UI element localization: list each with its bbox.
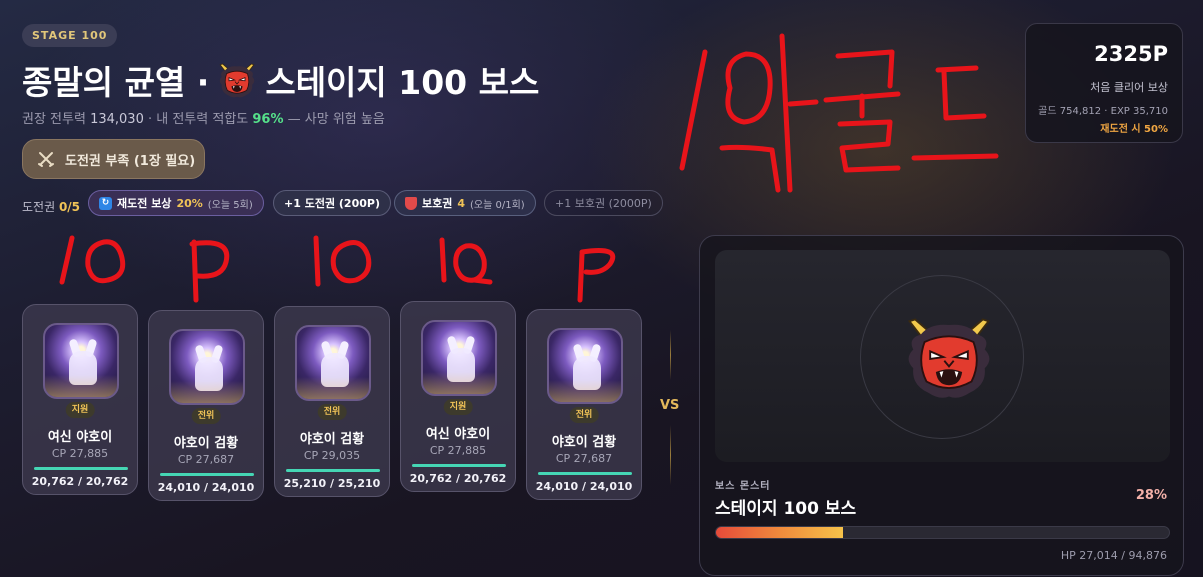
hero-hp-bar xyxy=(160,473,254,476)
retry-reward-today: (오늘 5회) xyxy=(207,199,253,211)
boss-panel: 보스 몬스터 스테이지 100 보스 28% HP 27,014 / 94,87… xyxy=(699,235,1184,576)
retry-reward-percent: 20% xyxy=(176,196,203,210)
title-prefix: 종말의 균열 · xyxy=(22,63,210,102)
party-card[interactable]: 전위 야호이 검황 CP 27,687 24,010 / 24,010 xyxy=(526,309,642,500)
buy-shield-label: +1 보호권 (2000P) xyxy=(555,197,652,210)
hero-name: 야호이 검황 xyxy=(173,436,239,451)
ticket-count: 도전권 0/5 xyxy=(22,198,80,215)
boss-hp-fill xyxy=(716,527,843,538)
stage-badge: STAGE 100 xyxy=(22,24,118,47)
hero-cp: CP 27,687 xyxy=(555,452,613,465)
hero-hp: 24,010 / 24,010 xyxy=(157,481,255,494)
shield-icon xyxy=(405,196,417,210)
hero-portrait xyxy=(547,328,623,404)
party-card[interactable]: 전위 야호이 검황 CP 27,687 24,010 / 24,010 xyxy=(148,310,264,501)
boss-portrait-frame xyxy=(715,250,1170,462)
buy-ticket-button[interactable]: +1 도전권 (200P) xyxy=(273,190,391,216)
power-info: 권장 전투력 134,030 · 내 전투력 적합도 96% — 사망 위험 높… xyxy=(22,108,385,127)
hero-cp: CP 27,687 xyxy=(177,453,235,466)
reward-panel: 2325P 처음 클리어 보상 골드 754,812 · EXP 35,710 … xyxy=(1025,23,1183,143)
hero-hp-bar xyxy=(412,464,506,467)
retry-reward-label: 재도전 보상 xyxy=(117,197,172,210)
hero-hp: 20,762 / 20,762 xyxy=(409,472,507,485)
retry-reward-chip[interactable]: ↻ 재도전 보상 20% (오늘 5회) xyxy=(88,190,264,216)
recommended-power-label: 권장 전투력 xyxy=(22,112,86,127)
ogre-icon xyxy=(902,310,996,404)
hero-name: 여신 야호이 xyxy=(425,427,491,442)
title-suffix: 스테이지 100 보스 xyxy=(265,63,540,102)
party-card[interactable]: 지원 여신 야호이 CP 27,885 20,762 / 20,762 xyxy=(400,301,516,492)
reward-points: 2325P xyxy=(1094,42,1168,66)
hero-name: 야호이 검황 xyxy=(299,432,365,447)
hero-hp-bar xyxy=(538,472,632,475)
boss-hp-text: HP 27,014 / 94,876 xyxy=(1060,549,1167,562)
ticket-count-label: 도전권 xyxy=(22,200,56,214)
shield-chip[interactable]: 보호권 4 (오늘 0/1회) xyxy=(394,190,536,216)
hero-portrait xyxy=(169,329,245,405)
ticket-count-value: 0/5 xyxy=(58,200,81,214)
hero-name: 야호이 검황 xyxy=(551,435,617,450)
hero-cp: CP 27,885 xyxy=(51,447,109,460)
reward-first-clear: 처음 클리어 보상 xyxy=(1090,81,1168,94)
crossed-swords-icon xyxy=(38,152,54,167)
fit-label: · 내 전투력 적합도 xyxy=(147,112,249,127)
hero-portrait xyxy=(295,325,371,401)
vs-divider-bottom xyxy=(670,425,671,485)
hero-role: 전위 xyxy=(191,408,221,424)
hero-hp: 25,210 / 25,210 xyxy=(283,477,381,490)
hero-role: 전위 xyxy=(317,404,347,420)
challenge-button-label: 도전권 부족 (1장 필요) xyxy=(65,153,196,169)
buy-shield-button[interactable]: +1 보호권 (2000P) xyxy=(544,190,663,216)
hero-hp-bar xyxy=(34,467,128,470)
hero-hp-bar xyxy=(286,469,380,472)
boss-hp-percent: 28% xyxy=(1135,488,1167,503)
boss-name: 스테이지 100 보스 xyxy=(715,499,857,519)
ogre-icon xyxy=(217,60,257,100)
shield-count: 4 xyxy=(457,196,466,210)
hero-role: 지원 xyxy=(65,402,95,418)
hero-role: 지원 xyxy=(443,399,473,415)
hero-name: 여신 야호이 xyxy=(47,430,113,445)
party-card[interactable]: 지원 여신 야호이 CP 27,885 20,762 / 20,762 xyxy=(22,304,138,495)
boss-hp-bar xyxy=(715,526,1170,539)
recommended-power-value: 134,030 xyxy=(90,112,144,127)
vs-label: VS xyxy=(660,398,680,413)
buy-ticket-label: +1 도전권 (200P) xyxy=(284,197,380,210)
hero-portrait xyxy=(43,323,119,399)
hero-role: 전위 xyxy=(569,407,599,423)
fit-percent: 96% xyxy=(252,112,284,127)
hero-cp: CP 27,885 xyxy=(429,444,487,457)
hero-portrait xyxy=(421,320,497,396)
boss-category: 보스 몬스터 xyxy=(715,481,771,492)
challenge-button[interactable]: 도전권 부족 (1장 필요) xyxy=(22,139,205,179)
refresh-icon: ↻ xyxy=(99,196,112,210)
shield-label: 보호권 xyxy=(422,197,453,210)
reward-retry-note: 재도전 시 50% xyxy=(1100,124,1168,135)
party-card[interactable]: 전위 야호이 검황 CP 29,035 25,210 / 25,210 xyxy=(274,306,390,497)
hero-hp: 24,010 / 24,010 xyxy=(535,480,633,493)
vs-divider-top xyxy=(670,330,671,380)
hero-hp: 20,762 / 20,762 xyxy=(31,475,129,488)
hero-cp: CP 29,035 xyxy=(303,449,361,462)
risk-text: — 사망 위험 높음 xyxy=(287,112,385,127)
page-title: 종말의 균열 · 스테이지 100 보스 xyxy=(22,56,539,104)
reward-gold-exp: 골드 754,812 · EXP 35,710 xyxy=(1038,106,1168,117)
shield-today: (오늘 0/1회) xyxy=(470,199,525,211)
